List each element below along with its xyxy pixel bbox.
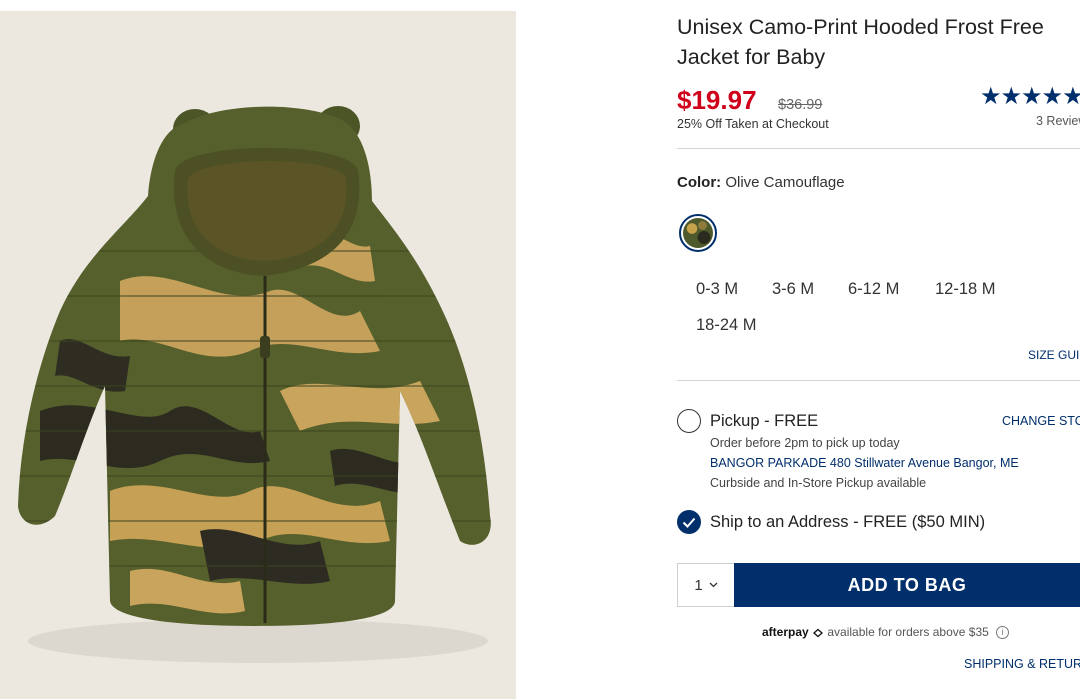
size-option-6-12m[interactable]: 6-12 M	[848, 280, 899, 299]
afterpay-text: available for orders above $35	[827, 625, 989, 639]
color-swatch-olive-camouflage[interactable]	[679, 214, 717, 252]
product-image[interactable]	[0, 11, 516, 699]
pickup-label[interactable]: Pickup - FREE	[710, 412, 818, 431]
afterpay-message: afterpay available for orders above $35 …	[762, 625, 1010, 640]
product-title-line2: Jacket for Baby	[677, 45, 826, 69]
chevron-down-icon	[709, 582, 718, 588]
pickup-note: Order before 2pm to pick up today	[710, 436, 900, 450]
size-option-18-24m[interactable]: 18-24 M	[696, 316, 757, 335]
add-to-bag-button[interactable]: ADD TO BAG	[734, 563, 1080, 607]
divider	[677, 148, 1080, 149]
product-info-panel: Unisex Camo-Print Hooded Frost Free Jack…	[677, 0, 1080, 699]
afterpay-logo: afterpay	[762, 625, 809, 639]
pickup-radio[interactable]	[677, 409, 701, 433]
color-label: Color:	[677, 174, 722, 191]
color-value: Olive Camouflage	[725, 174, 845, 191]
camo-swatch-icon	[683, 218, 713, 248]
size-option-0-3m[interactable]: 0-3 M	[696, 280, 738, 299]
sale-price: $19.97	[677, 85, 757, 115]
camo-jacket-image	[0, 11, 516, 699]
afterpay-arrows-icon	[813, 628, 824, 638]
product-title-line1: Unisex Camo-Print Hooded Frost Free	[677, 15, 1044, 39]
checkmark-icon	[682, 517, 696, 528]
size-option-12-18m[interactable]: 12-18 M	[935, 280, 996, 299]
rating-stars[interactable]: ★★★★★	[980, 82, 1080, 111]
quantity-value: 1	[694, 576, 703, 594]
info-icon[interactable]: i	[996, 626, 1010, 640]
quantity-select[interactable]: 1	[677, 563, 734, 607]
ship-radio-checked[interactable]	[677, 510, 701, 534]
change-store-link[interactable]: CHANGE STORE	[1002, 414, 1080, 428]
size-option-3-6m[interactable]: 3-6 M	[772, 280, 814, 299]
promo-text: 25% Off Taken at Checkout	[677, 117, 829, 131]
ship-label[interactable]: Ship to an Address - FREE ($50 MIN)	[710, 513, 985, 532]
original-price: $36.99	[778, 97, 823, 113]
reviews-link[interactable]: 3 Reviews	[1036, 114, 1080, 128]
shipping-returns-link[interactable]: SHIPPING & RETURNS	[964, 657, 1080, 671]
divider	[677, 380, 1080, 381]
size-guide-link[interactable]: SIZE GUIDE	[1028, 348, 1080, 362]
pickup-extra: Curbside and In-Store Pickup available	[710, 476, 927, 490]
product-title: Unisex Camo-Print Hooded Frost Free Jack…	[677, 12, 1080, 72]
store-address-link[interactable]: BANGOR PARKADE 480 Stillwater Avenue Ban…	[710, 456, 1019, 470]
color-label-row: Color: Olive Camouflage	[677, 174, 845, 191]
